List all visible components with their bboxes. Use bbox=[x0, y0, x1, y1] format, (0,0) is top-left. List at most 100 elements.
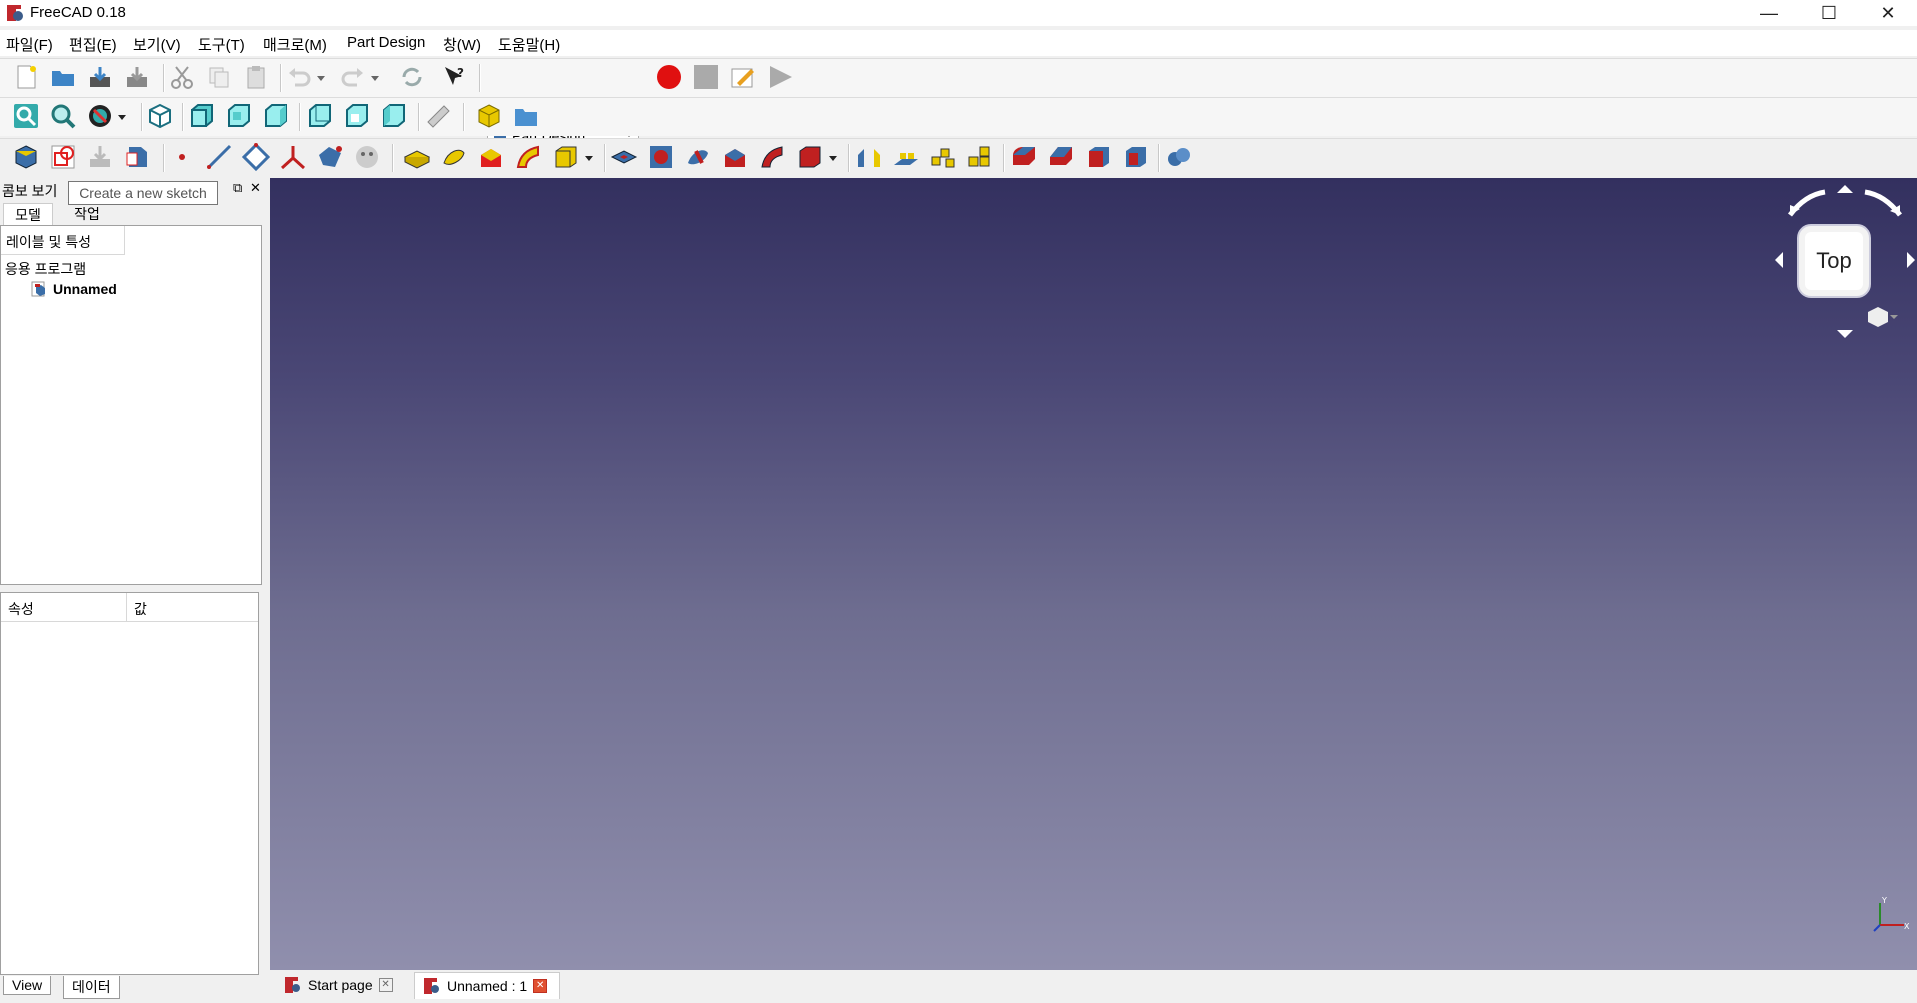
maximize-button[interactable]: ☐ bbox=[1801, 0, 1857, 26]
polar-pattern-icon[interactable] bbox=[929, 143, 957, 171]
pad-icon[interactable] bbox=[403, 143, 431, 171]
create-part-icon[interactable] bbox=[475, 102, 503, 130]
menu-tools[interactable]: 도구(T) bbox=[198, 34, 245, 55]
fit-all-icon[interactable] bbox=[12, 102, 40, 130]
menu-edit[interactable]: 편집(E) bbox=[69, 34, 117, 55]
subtractive-primitive-dropdown-icon[interactable] bbox=[826, 143, 840, 171]
float-panel-icon[interactable]: ⧉ bbox=[233, 180, 242, 196]
menu-macro[interactable]: 매크로(M) bbox=[263, 34, 327, 55]
menu-part-design[interactable]: Part Design bbox=[347, 34, 425, 51]
hole-icon[interactable] bbox=[647, 143, 675, 171]
stop-macro-icon[interactable] bbox=[692, 63, 720, 91]
copy-icon[interactable] bbox=[205, 63, 233, 91]
menu-view[interactable]: 보기(V) bbox=[133, 34, 181, 55]
save-icon[interactable] bbox=[86, 63, 114, 91]
datum-line-icon[interactable] bbox=[205, 143, 233, 171]
create-group-icon[interactable] bbox=[512, 102, 540, 130]
3d-viewport[interactable] bbox=[270, 178, 1917, 970]
menu-bar: 파일(F) 편집(E) 보기(V) 도구(T) 매크로(M) Part Desi… bbox=[0, 30, 1917, 56]
local-coordinate-system-icon[interactable] bbox=[279, 143, 307, 171]
run-macro-icon[interactable] bbox=[766, 63, 794, 91]
close-panel-icon[interactable]: ✕ bbox=[250, 180, 261, 196]
tree-application-label: 응용 프로그램 bbox=[5, 261, 87, 277]
title-bar: FreeCAD 0.18 — ☐ ✕ bbox=[0, 0, 1917, 26]
datum-plane-icon[interactable] bbox=[242, 143, 270, 171]
save-as-icon[interactable] bbox=[123, 63, 151, 91]
boolean-icon[interactable] bbox=[1165, 143, 1193, 171]
paste-icon[interactable] bbox=[242, 63, 270, 91]
subtractive-pipe-icon[interactable] bbox=[758, 143, 786, 171]
svg-text:?: ? bbox=[457, 66, 464, 80]
additive-pipe-icon[interactable] bbox=[514, 143, 542, 171]
edit-macro-icon[interactable] bbox=[729, 63, 757, 91]
groove-icon[interactable] bbox=[684, 143, 712, 171]
axis-cross-icon: Y X bbox=[1873, 896, 1910, 932]
tab-unnamed[interactable]: Unnamed : 1 ✕ bbox=[414, 972, 561, 999]
redo-dropdown-icon[interactable] bbox=[368, 63, 382, 91]
undo-dropdown-icon[interactable] bbox=[314, 63, 328, 91]
pocket-icon[interactable] bbox=[610, 143, 638, 171]
minimize-button[interactable]: — bbox=[1741, 0, 1797, 26]
combo-view-title: 콤보 보기 bbox=[2, 183, 58, 199]
subtractive-primitive-icon[interactable] bbox=[795, 143, 823, 171]
freecad-doc-icon bbox=[285, 977, 300, 993]
property-column-header[interactable]: 속성 bbox=[1, 593, 127, 622]
model-tree: 레이블 및 특성 응용 프로그램 Unnamed bbox=[0, 225, 262, 585]
refresh-icon[interactable] bbox=[398, 63, 426, 91]
additive-primitive-icon[interactable] bbox=[551, 143, 579, 171]
right-view-icon[interactable] bbox=[262, 102, 290, 130]
tab-tasks[interactable]: 작업 bbox=[63, 203, 111, 224]
left-view-icon[interactable] bbox=[380, 102, 408, 130]
value-column-header[interactable]: 값 bbox=[127, 593, 258, 622]
additive-primitive-dropdown-icon[interactable] bbox=[582, 143, 596, 171]
revolution-icon[interactable] bbox=[440, 143, 468, 171]
undo-icon[interactable] bbox=[285, 63, 313, 91]
create-sketch-icon[interactable] bbox=[49, 143, 77, 171]
tab-data[interactable]: 데이터 bbox=[63, 976, 120, 999]
cut-icon[interactable] bbox=[168, 63, 196, 91]
draw-style-dropdown-icon[interactable] bbox=[115, 102, 129, 130]
isometric-view-icon[interactable] bbox=[146, 102, 174, 130]
datum-point-icon[interactable] bbox=[168, 143, 196, 171]
chamfer-icon[interactable] bbox=[1047, 143, 1075, 171]
additive-loft-icon[interactable] bbox=[477, 143, 505, 171]
tree-item-document[interactable]: Unnamed bbox=[31, 281, 117, 297]
new-document-icon[interactable] bbox=[12, 63, 40, 91]
arrow-right-icon bbox=[1907, 252, 1915, 268]
close-tab-icon[interactable]: ✕ bbox=[378, 978, 393, 992]
top-view-icon[interactable] bbox=[225, 102, 253, 130]
draw-style-icon[interactable] bbox=[86, 102, 114, 130]
front-view-icon[interactable] bbox=[188, 102, 216, 130]
record-macro-icon[interactable] bbox=[655, 63, 683, 91]
menu-file[interactable]: 파일(F) bbox=[6, 34, 53, 55]
bottom-view-icon[interactable] bbox=[343, 102, 371, 130]
menu-window[interactable]: 창(W) bbox=[443, 34, 481, 55]
mirrored-icon[interactable] bbox=[855, 143, 883, 171]
whats-this-icon[interactable]: ? bbox=[440, 63, 468, 91]
clone-icon[interactable] bbox=[353, 143, 381, 171]
open-icon[interactable] bbox=[49, 63, 77, 91]
subtractive-loft-icon[interactable] bbox=[721, 143, 749, 171]
tab-view[interactable]: View bbox=[3, 976, 52, 995]
tab-model[interactable]: 모델 bbox=[3, 203, 53, 225]
linear-pattern-icon[interactable] bbox=[892, 143, 920, 171]
shape-binder-icon[interactable] bbox=[123, 143, 151, 171]
menu-help[interactable]: 도움말(H) bbox=[498, 34, 560, 55]
fillet-icon[interactable] bbox=[1010, 143, 1038, 171]
thickness-icon[interactable] bbox=[1121, 143, 1149, 171]
sketch-tooltip: Create a new sketch bbox=[68, 181, 218, 205]
redo-icon[interactable] bbox=[339, 63, 367, 91]
measure-distance-icon[interactable] bbox=[424, 102, 452, 130]
rear-view-icon[interactable] bbox=[306, 102, 334, 130]
close-button[interactable]: ✕ bbox=[1860, 0, 1916, 26]
axis-y-label: Y bbox=[1881, 896, 1887, 905]
close-tab-icon[interactable]: ✕ bbox=[533, 979, 548, 993]
tab-start-page[interactable]: Start page ✕ bbox=[284, 972, 393, 998]
multi-transform-icon[interactable] bbox=[966, 143, 994, 171]
create-body-icon[interactable] bbox=[12, 143, 40, 171]
sub-shape-binder-icon[interactable] bbox=[316, 143, 344, 171]
validate-sketch-icon[interactable] bbox=[86, 143, 114, 171]
navigation-cube-face[interactable]: Top bbox=[1797, 224, 1871, 298]
fit-selection-icon[interactable] bbox=[49, 102, 77, 130]
draft-icon[interactable] bbox=[1084, 143, 1112, 171]
